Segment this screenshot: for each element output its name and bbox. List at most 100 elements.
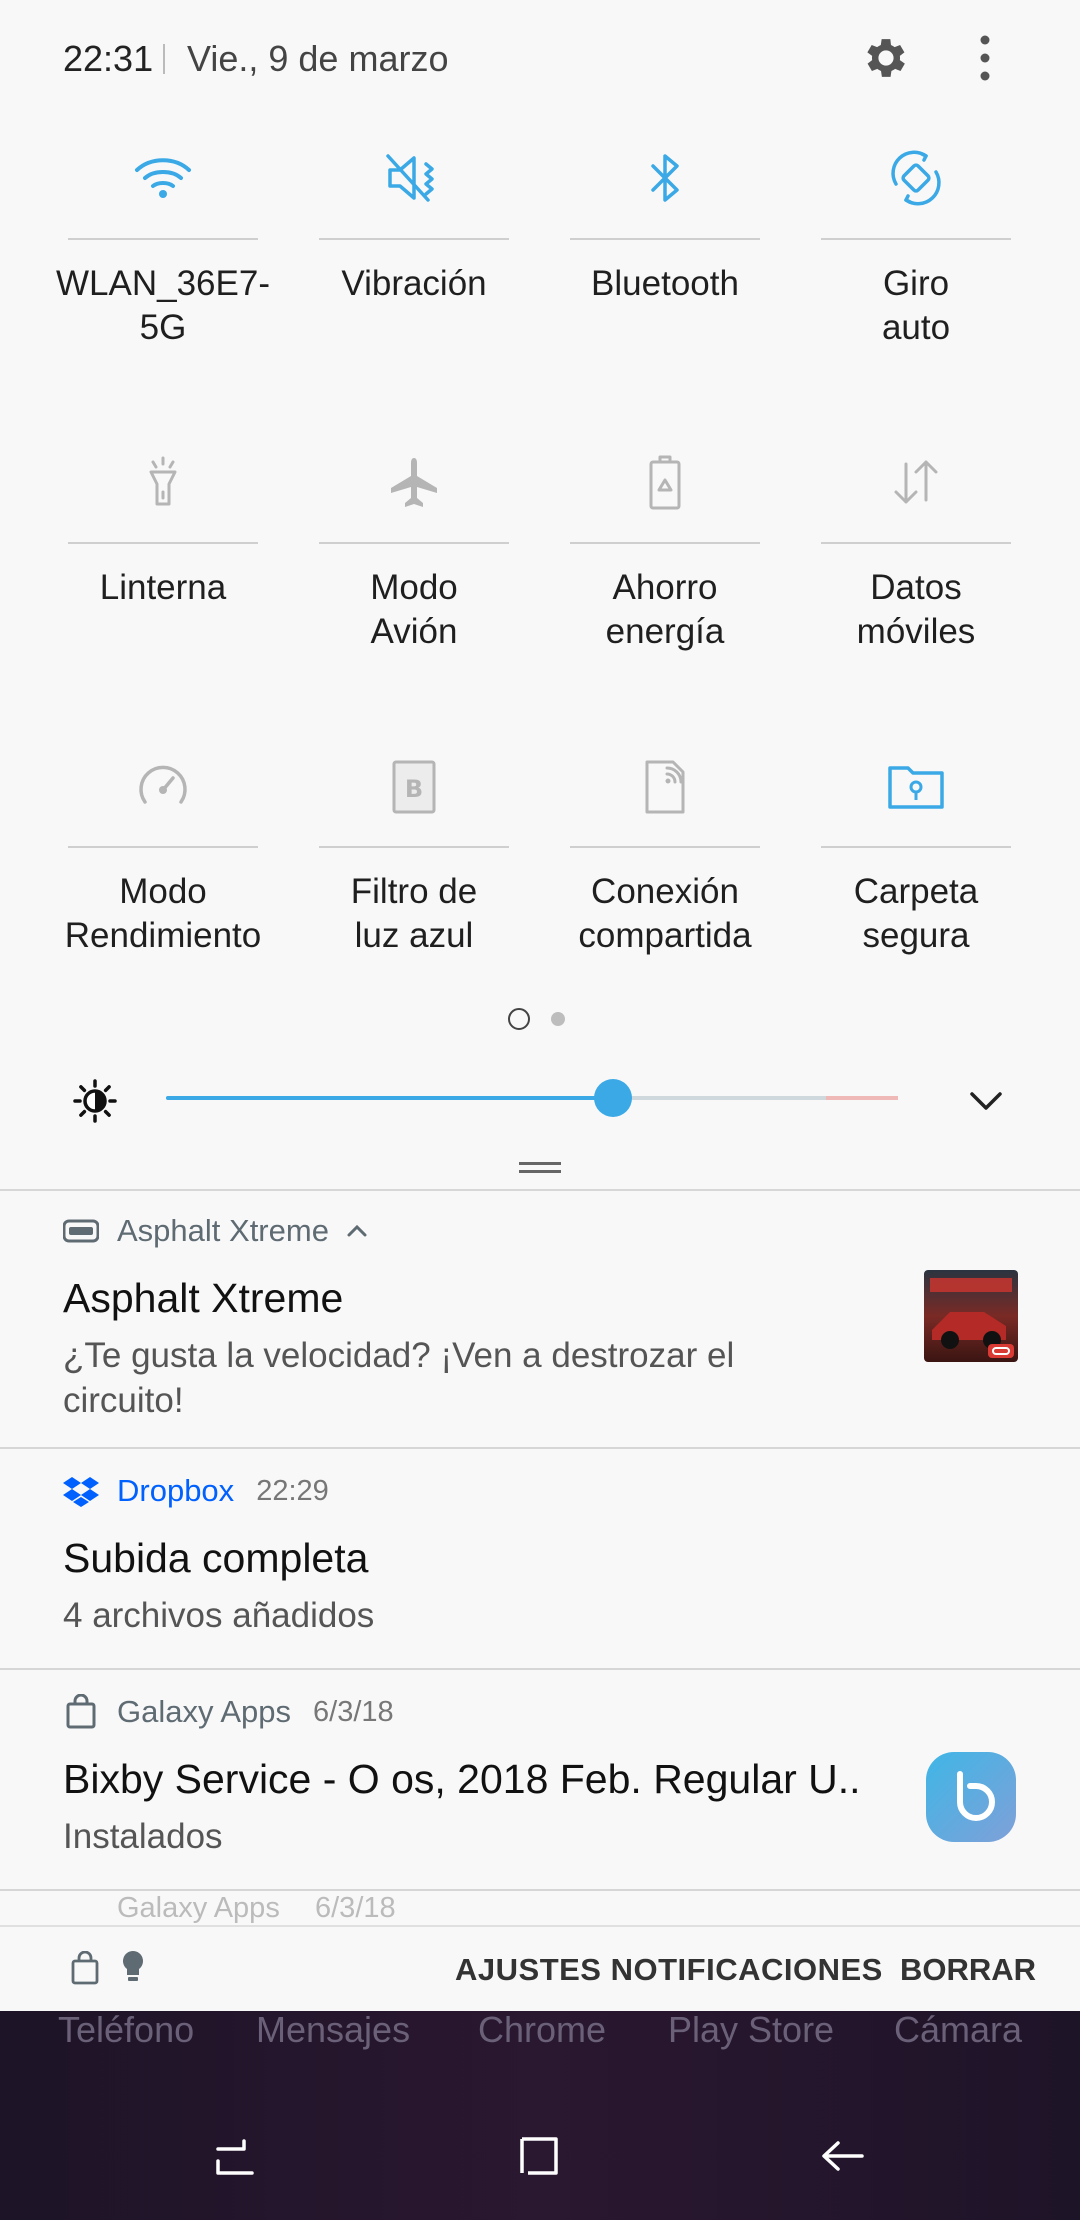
- gear-icon[interactable]: [860, 32, 912, 84]
- notification-header: Dropbox 22:29: [63, 1471, 329, 1511]
- recents-icon[interactable]: [210, 2131, 260, 2181]
- secure-folder-icon: [888, 766, 944, 809]
- brightness-slider-thumb[interactable]: [593, 1079, 632, 1117]
- peek-time: 6/3/18: [315, 1892, 396, 1924]
- notification-title: Asphalt Xtreme: [63, 1275, 344, 1321]
- tile-label: Ahorro energía: [605, 568, 725, 651]
- shopping-bag-icon: [66, 1694, 96, 1729]
- homescreen-background: Teléfono Mensajes Chrome Play Store Cáma…: [0, 2011, 1080, 2220]
- tile-mobile-data[interactable]: Datos móviles: [821, 434, 1011, 714]
- tile-label: Linterna: [99, 568, 227, 607]
- notification-title: Bixby Service - O os, 2018 Feb. Regular …: [63, 1756, 861, 1802]
- brightness-slider-fill: [166, 1096, 613, 1100]
- dropbox-icon: [63, 1477, 99, 1507]
- dock-label-chrome[interactable]: Chrome: [478, 2011, 606, 2051]
- notification-settings-button[interactable]: AJUSTES NOTIFICACIONES: [455, 1952, 883, 1988]
- tile-label: Filtro de luz azul: [350, 872, 478, 955]
- back-icon[interactable]: [818, 2131, 868, 2181]
- home-icon[interactable]: [514, 2131, 564, 2181]
- tile-secure-folder[interactable]: Carpeta segura: [821, 738, 1011, 1018]
- tile-divider: [821, 846, 1011, 848]
- chevron-down-icon[interactable]: [966, 1080, 1006, 1120]
- tile-label: WLAN_36E7- 5G: [56, 264, 270, 347]
- more-options-icon[interactable]: [968, 32, 1002, 84]
- tile-label: Modo Rendimiento: [64, 872, 262, 955]
- notification-app-name: Asphalt Xtreme: [117, 1213, 329, 1248]
- clear-all-button[interactable]: BORRAR: [900, 1952, 1036, 1988]
- notification-peek: Galaxy Apps 6/3/18: [0, 1888, 1080, 1928]
- notification-header: Asphalt Xtreme: [63, 1211, 369, 1251]
- tile-label: Conexión compartida: [578, 872, 752, 955]
- gamepad-icon: [63, 1219, 99, 1243]
- hotspot-icon: [645, 760, 685, 814]
- tile-divider: [570, 238, 760, 240]
- notification-time: 22:29: [256, 1474, 329, 1507]
- peek-app-name: Galaxy Apps: [117, 1892, 280, 1924]
- drag-handle[interactable]: [519, 1162, 561, 1176]
- auto-rotate-icon: [891, 150, 941, 206]
- tile-label: Vibración: [341, 264, 487, 303]
- mobile-data-icon: [894, 460, 938, 504]
- dock-label-camera[interactable]: Cámara: [894, 2011, 1022, 2051]
- dock-label-play-store[interactable]: Play Store: [668, 2011, 834, 2051]
- tile-hotspot[interactable]: Conexión compartida: [570, 738, 760, 1018]
- tile-divider: [821, 238, 1011, 240]
- notification-time: 6/3/18: [313, 1695, 394, 1728]
- tile-auto-rotate[interactable]: Giro auto: [821, 130, 1011, 410]
- tile-label: Modo Avión: [370, 568, 458, 651]
- tile-divider: [68, 846, 258, 848]
- blue-light-filter-icon: B: [392, 760, 436, 814]
- tile-divider: [68, 542, 258, 544]
- notification-asphalt[interactable]: Asphalt Xtreme Asphalt Xtreme ¿Te gusta …: [0, 1191, 1080, 1449]
- tile-bluetooth[interactable]: Bluetooth: [570, 130, 760, 410]
- bixby-icon: [926, 1752, 1016, 1842]
- tile-divider: [570, 542, 760, 544]
- tile-vibration[interactable]: Vibración: [319, 130, 509, 410]
- tile-flashlight[interactable]: Linterna: [68, 434, 258, 714]
- notification-title: Subida completa: [63, 1535, 369, 1581]
- page-indicator: [508, 1008, 578, 1030]
- wifi-icon: [135, 158, 191, 198]
- notification-galaxy-apps[interactable]: Galaxy Apps 6/3/18 Bixby Service - O os,…: [0, 1670, 1080, 1891]
- tile-divider: [68, 238, 258, 240]
- tile-label: Bluetooth: [591, 264, 739, 303]
- notification-app-name: Galaxy Apps: [117, 1694, 292, 1729]
- tile-label: Carpeta segura: [853, 872, 979, 955]
- bluetooth-icon: [651, 154, 679, 202]
- notification-actions-bar: AJUSTES NOTIFICACIONES BORRAR: [0, 1925, 1080, 2011]
- chevron-up-icon[interactable]: [345, 1219, 369, 1243]
- notification-dropbox[interactable]: Dropbox 22:29 Subida completa 4 archivos…: [0, 1449, 1080, 1670]
- notification-header: Galaxy Apps 6/3/18: [63, 1692, 394, 1732]
- status-time: 22:31: [63, 38, 154, 79]
- svg-text:B: B: [405, 775, 423, 803]
- shopping-bag-icon: [71, 1951, 99, 1985]
- page-dot-current: [508, 1008, 530, 1030]
- status-divider: [163, 44, 165, 74]
- notification-body: 4 archivos añadidos: [63, 1596, 375, 1635]
- dock-label-phone[interactable]: Teléfono: [58, 2011, 194, 2051]
- tile-divider: [570, 846, 760, 848]
- brightness-slider-high-zone: [826, 1096, 898, 1100]
- tile-power-saving[interactable]: Ahorro energía: [570, 434, 760, 714]
- page-dot: [551, 1012, 565, 1026]
- bulb-icon: [123, 1951, 143, 1981]
- airplane-icon: [391, 458, 437, 507]
- notification-body: Instalados: [63, 1817, 223, 1856]
- vibrate-icon: [386, 154, 434, 202]
- asphalt-game-thumbnail: [924, 1270, 1018, 1362]
- flashlight-icon: [149, 456, 177, 506]
- tile-divider: [821, 542, 1011, 544]
- notification-body: ¿Te gusta la velocidad? ¡Ven a destrozar…: [63, 1336, 735, 1420]
- status-date: Vie., 9 de marzo: [187, 38, 449, 79]
- tile-airplane-mode[interactable]: Modo Avión: [319, 434, 509, 714]
- tile-performance-mode[interactable]: Modo Rendimiento: [65, 738, 261, 1018]
- tile-divider: [319, 542, 509, 544]
- power-saving-icon: [649, 455, 681, 510]
- brightness-icon: [73, 1079, 117, 1123]
- status-bar: 22:31 Vie., 9 de marzo: [0, 0, 1080, 120]
- tile-blue-light-filter[interactable]: B Filtro de luz azul: [319, 738, 509, 1018]
- tile-divider: [319, 846, 509, 848]
- tile-wifi[interactable]: WLAN_36E7- 5G: [56, 130, 270, 410]
- notification-app-name: Dropbox: [117, 1473, 235, 1508]
- dock-label-messages[interactable]: Mensajes: [256, 2011, 410, 2051]
